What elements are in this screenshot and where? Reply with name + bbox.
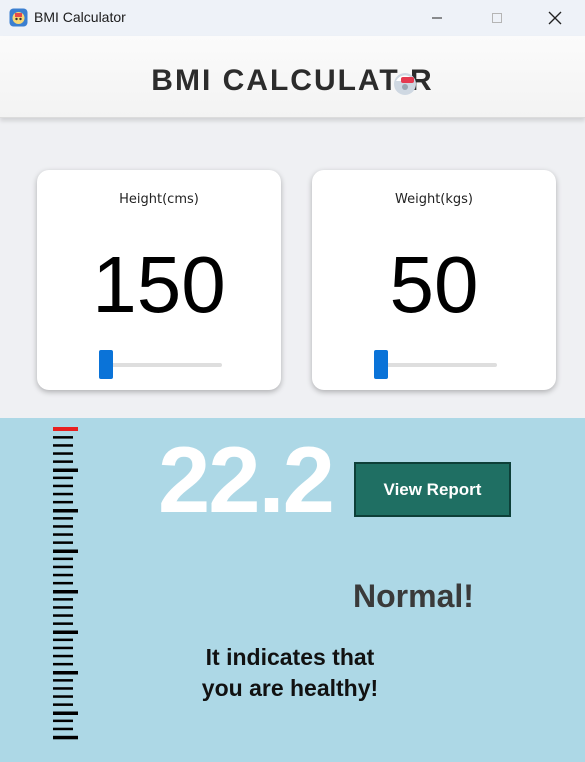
bmi-value: 22.2	[158, 427, 335, 532]
maximize-button[interactable]	[474, 0, 520, 36]
scale-tick	[53, 452, 73, 455]
scale-tick	[53, 573, 73, 577]
weight-slider[interactable]	[374, 350, 497, 379]
bmi-status: Normal!	[353, 578, 474, 614]
scale-tick	[53, 614, 73, 617]
scale-tick	[53, 719, 73, 723]
scale-tick	[53, 460, 73, 463]
scale-tick	[53, 590, 78, 594]
weight-label: Weight(kgs)	[395, 192, 473, 207]
scale-tick	[53, 533, 73, 536]
scale-tick	[53, 557, 73, 561]
weight-card: Weight(kgs) 50	[312, 170, 556, 390]
scale-tick	[53, 735, 78, 740]
maximize-icon	[492, 13, 502, 23]
close-icon	[548, 11, 562, 25]
close-button[interactable]	[532, 0, 578, 36]
scale-tick	[53, 436, 73, 439]
scale-tick	[53, 468, 78, 472]
scale-tick	[53, 687, 73, 690]
health-message-line2: you are healthy!	[201, 675, 379, 701]
scale-tick	[53, 541, 73, 544]
scale-tick	[53, 654, 73, 658]
scale-logo-icon	[394, 73, 416, 95]
height-value: 150	[92, 240, 226, 329]
window-title: BMI Calculator	[34, 9, 126, 25]
minimize-icon	[432, 17, 442, 19]
scale-tick	[53, 444, 73, 447]
scale-marker	[53, 427, 78, 431]
scale-tick	[53, 509, 78, 513]
scale-tick	[53, 517, 73, 520]
scale-tick	[53, 492, 73, 496]
height-slider[interactable]	[99, 350, 222, 379]
scale-tick	[53, 679, 73, 682]
scale-tick	[53, 662, 73, 666]
scale-tick	[53, 581, 73, 585]
health-message-line1: It indicates that	[205, 644, 375, 670]
scale-tick	[53, 598, 73, 601]
scale-tick	[53, 525, 73, 528]
scale-tick	[53, 622, 73, 625]
app-header: BMI CALCULAT R	[0, 36, 585, 118]
scale-tick	[53, 630, 78, 634]
window-titlebar: BMI Calculator	[0, 0, 585, 36]
scale-tick	[53, 711, 78, 715]
weight-value: 50	[389, 240, 479, 329]
scale-tick	[53, 549, 78, 553]
bmi-scale-gauge	[53, 427, 78, 740]
height-card: Height(cms) 150	[37, 170, 281, 390]
scale-tick	[53, 476, 73, 480]
height-slider-thumb[interactable]	[99, 350, 113, 379]
scale-tick	[53, 727, 73, 731]
health-message: It indicates that you are healthy!	[180, 642, 400, 704]
scale-tick	[53, 638, 73, 642]
scale-tick	[53, 695, 73, 698]
scale-tick	[53, 484, 73, 488]
scale-tick	[53, 606, 73, 609]
scale-tick	[53, 565, 73, 569]
view-report-button[interactable]: View Report	[354, 462, 511, 517]
result-panel: 22.2 View Report Normal! It indicates th…	[0, 418, 585, 762]
weight-slider-thumb[interactable]	[374, 350, 388, 379]
minimize-button[interactable]	[414, 0, 460, 36]
scale-tick	[53, 703, 73, 706]
scale-tick	[53, 646, 73, 650]
app-icon	[9, 8, 28, 27]
scale-tick	[53, 671, 78, 675]
scale-tick	[53, 500, 73, 504]
height-label: Height(cms)	[119, 192, 199, 207]
page-title: BMI CALCULAT R	[151, 64, 434, 97]
